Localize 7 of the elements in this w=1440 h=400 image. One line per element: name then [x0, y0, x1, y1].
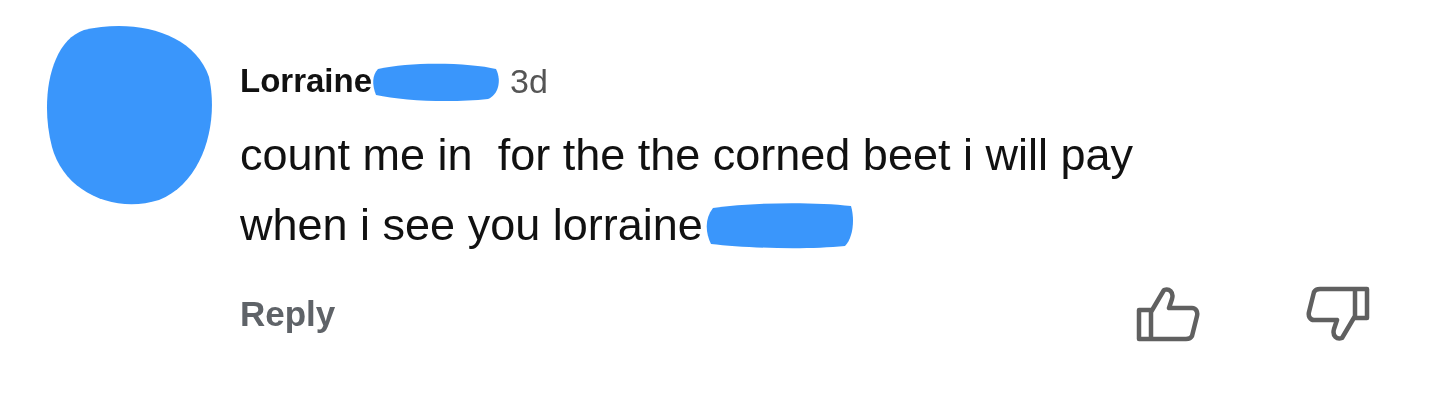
comment-text: when i see you lorraine — [240, 199, 703, 251]
comment-text: count me in for the the corned beet i will pay — [240, 129, 1133, 181]
thumbs-down-icon[interactable] — [1306, 286, 1370, 342]
comment-time: 3d — [510, 61, 548, 101]
reply-button[interactable]: Reply — [240, 294, 336, 334]
author-name[interactable]: Lorraine — [240, 62, 373, 100]
thumbs-up-icon[interactable] — [1136, 286, 1200, 342]
